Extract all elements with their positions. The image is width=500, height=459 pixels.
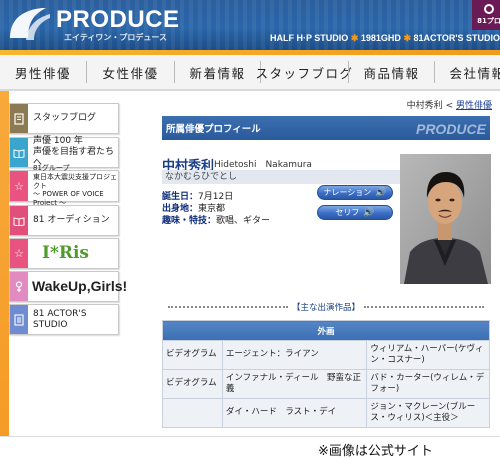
work-title: ダイ・ハード ラスト・デイ — [221, 398, 368, 428]
table-row: ダイ・ハード ラスト・デイ ジョン・マクレーン(ブルース・ウィリス)＜主役＞ — [162, 398, 490, 428]
profile-section-title: 所属俳優プロフィール — [166, 124, 261, 135]
narration-play-button[interactable]: ナレーション 🔊 — [317, 185, 393, 200]
breadcrumb-current: 中村秀利 — [406, 101, 443, 111]
image-caption: ※画像は公式サイト — [318, 444, 433, 459]
book-open-icon — [10, 206, 28, 235]
hobby-value: 歌唱、ギター — [216, 216, 271, 226]
work-type: ビデオグラム — [162, 369, 223, 399]
work-type: ビデオグラム — [162, 340, 223, 370]
serif-play-button[interactable]: セリフ 🔊 — [317, 205, 393, 220]
produce-watermark-logo: PRODUCE — [415, 121, 486, 137]
star-icon: ✱ — [403, 33, 411, 43]
sidebar-item-label: 81 ACTOR'S STUDIO — [33, 308, 87, 330]
works-heading: 【主な出演作品】 — [291, 303, 360, 313]
nav-news[interactable]: 新着情報 — [174, 61, 260, 83]
ring-icon — [484, 4, 494, 14]
sidebar-item-staff-blog[interactable]: スタッフブログ — [9, 103, 119, 134]
works-table: 外画 ビデオグラム エージェント：ライアン ウィリアム・ハーパー(ケヴィン・コス… — [162, 320, 490, 428]
nav-female-actors[interactable]: 女性俳優 — [86, 61, 174, 83]
header-banner: PRODUCE エイティワン・プロデュース HALF H·P STUDIO ✱ … — [0, 0, 500, 50]
notebook-icon — [10, 104, 28, 133]
speaker-icon: 🔊 — [363, 207, 375, 218]
studio-link-81actors[interactable]: 81ACTOR'S STUDIO — [414, 33, 500, 43]
sidebar-item-label: スタッフブログ — [33, 113, 97, 124]
work-title: インファナル・ディール 野蛮な正義 — [221, 369, 368, 399]
hobby-label: 趣味・特技： — [162, 216, 217, 226]
nav-staff-blog[interactable]: スタッフブログ — [256, 61, 352, 83]
work-title: エージェント：ライアン — [221, 340, 368, 370]
star-icon: ✱ — [350, 33, 359, 43]
work-role: ウィリアム・ハーパー(ケヴィン・コスナー) — [366, 340, 490, 370]
works-heading-row: 【主な出演作品】 — [162, 300, 490, 313]
breadcrumb-separator: < — [445, 101, 454, 111]
profile-header-bar: 所属俳優プロフィール PRODUCE — [162, 116, 490, 140]
sidebar-item-iris[interactable]: ☆ I*Ris — [9, 238, 119, 269]
star-icon: ☆ — [10, 171, 28, 201]
actor-portrait-image — [400, 154, 491, 284]
image-caption-bar: ※画像は公式サイト — [0, 436, 500, 459]
sidebar-item-label: 81 オーディション — [33, 215, 110, 226]
list-icon — [10, 305, 28, 334]
sidebar-item-label: 81グループ 東日本大震災支援プロジェクト ～ POWER OF VOICE P… — [33, 164, 117, 208]
work-role: ジョン・マクレーン(ブルース・ウィリス)＜主役＞ — [366, 398, 490, 428]
table-row: ビデオグラム インファナル・ディール 野蛮な正義 バド・カーター(ウィレム・デフ… — [162, 369, 490, 399]
table-row: ビデオグラム エージェント：ライアン ウィリアム・ハーパー(ケヴィン・コスナー) — [162, 340, 490, 370]
iris-logo: I*Ris — [42, 243, 89, 264]
actor-photo — [400, 154, 491, 284]
studio-link-half[interactable]: HALF H·P STUDIO — [270, 33, 348, 43]
star-icon: ☆ — [10, 239, 28, 268]
logo-subtitle: エイティワン・プロデュース — [64, 33, 167, 42]
person-icon — [10, 272, 28, 301]
hobby-row: 趣味・特技：歌唱、ギター — [162, 213, 270, 226]
studio-links: HALF H·P STUDIO ✱ 1981GHD ✱ 81ACTOR'S ST… — [270, 33, 500, 47]
sidebar-item-power-of-voice[interactable]: ☆ 81グループ 東日本大震災支援プロジェクト ～ POWER OF VOICE… — [9, 164, 119, 207]
speaker-icon: 🔊 — [375, 187, 387, 198]
badge-label: 81プロ — [477, 17, 500, 25]
81pro-badge[interactable]: 81プロ — [472, 0, 500, 30]
work-type — [162, 398, 223, 428]
sidebar-item-81-actors-studio[interactable]: 81 ACTOR'S STUDIO — [9, 304, 119, 335]
breadcrumb-link-male-actors[interactable]: 男性俳優 — [456, 101, 492, 111]
actor-name-roman: Hidetoshi Nakamura — [214, 160, 312, 170]
left-rail — [0, 91, 9, 459]
sidebar-item-wakeup-girls[interactable]: WakeUp,Girls! — [9, 271, 127, 302]
studio-link-1981[interactable]: 1981GHD — [361, 33, 401, 43]
serif-label: セリフ — [335, 208, 360, 217]
nav-company[interactable]: 会社情報 — [434, 61, 500, 83]
actor-name-kana: なかむらひでとし — [162, 170, 402, 184]
nav-products[interactable]: 商品情報 — [348, 61, 434, 83]
sidebar-item-audition[interactable]: 81 オーディション — [9, 205, 119, 236]
global-nav: 男性俳優 女性俳優 新着情報 スタッフブログ 商品情報 会社情報 — [0, 55, 500, 91]
work-role: バド・カーター(ウィレム・デフォー) — [366, 369, 490, 399]
wakeup-girls-logo: WakeUp,Girls! — [32, 278, 128, 295]
produce-logo-icon[interactable] — [6, 4, 52, 44]
narration-label: ナレーション — [323, 188, 372, 197]
nav-male-actors[interactable]: 男性俳優 — [0, 61, 86, 83]
book-icon — [10, 138, 28, 167]
logo-text[interactable]: PRODUCE — [56, 6, 180, 34]
works-table-header: 外画 — [162, 320, 490, 341]
breadcrumb: 中村秀利 < 男性俳優 — [407, 98, 492, 111]
